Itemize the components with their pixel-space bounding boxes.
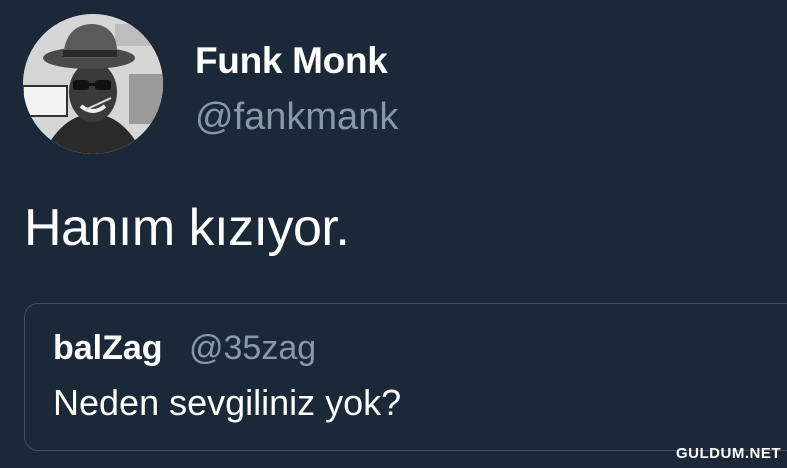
watermark: GULDUM.NET xyxy=(676,445,781,462)
profile-photo-icon xyxy=(23,14,163,154)
author-handle[interactable]: @fankmank xyxy=(195,96,398,139)
quoted-handle: @35zag xyxy=(189,329,317,367)
author-display-name[interactable]: Funk Monk xyxy=(195,40,388,82)
quoted-display-name: balZag xyxy=(53,329,163,367)
tweet-text: Hanım kızıyor. xyxy=(24,199,350,257)
quoted-tweet-card[interactable]: balZag @35zag Neden sevgiliniz yok? xyxy=(24,303,787,451)
author-avatar[interactable] xyxy=(23,14,163,154)
quoted-tweet-text: Neden sevgiliniz yok? xyxy=(53,382,402,423)
